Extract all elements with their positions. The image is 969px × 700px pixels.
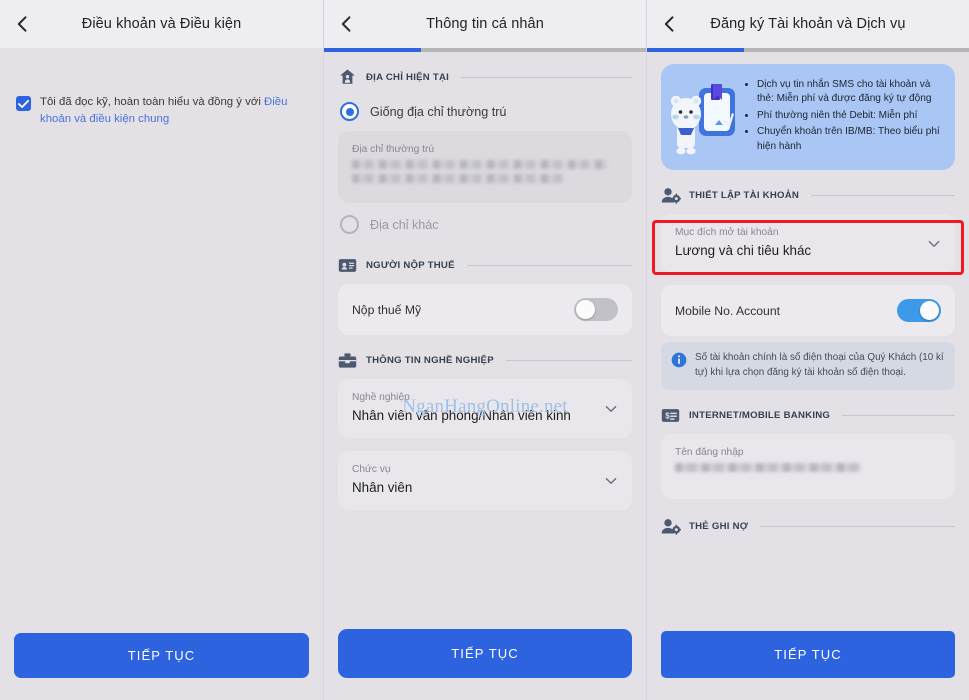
account-purpose-value: Lương và chi tiêu khác — [675, 243, 812, 258]
promo-info-card: Dịch vụ tin nhắn SMS cho tài khoản và th… — [661, 64, 955, 170]
consent-text-plain: Tôi đã đọc kỹ, hoàn toàn hiểu và đồng ý … — [40, 96, 265, 108]
account-purpose-label: Mục đích mở tài khoản — [675, 227, 779, 238]
svg-text:$: $ — [665, 411, 670, 420]
redacted-address-line-2 — [352, 174, 565, 183]
section-debit-card: THẺ GHI NỢ — [661, 517, 955, 535]
account-settings-icon — [661, 186, 681, 204]
section-divider — [811, 194, 955, 196]
panel1-footer: TIẾP TỤC — [0, 623, 323, 700]
chevron-down-icon[interactable] — [603, 472, 619, 493]
continue-button-panel3[interactable]: TIẾP TỤC — [661, 631, 955, 678]
panel3-body: Dịch vụ tin nhắn SMS cho tài khoản và th… — [647, 52, 969, 621]
panel2-header: Thông tin cá nhân — [324, 0, 646, 48]
consent-text: Tôi đã đọc kỹ, hoàn toàn hiểu và đồng ý … — [40, 94, 307, 128]
panel-terms-and-conditions: Điều khoản và Điều kiện Tôi đã đọc kỹ, h… — [0, 0, 323, 700]
chevron-left-icon[interactable] — [334, 11, 360, 37]
promo-bullet: Dịch vụ tin nhắn SMS cho tài khoản và th… — [757, 78, 943, 107]
promo-bullet-list: Dịch vụ tin nhắn SMS cho tài khoản và th… — [743, 78, 943, 156]
username-card: Tên đăng nhập — [661, 434, 955, 499]
panel-personal-information: Thông tin cá nhân ĐỊA CHỈ HIỆN TẠI Giống… — [323, 0, 646, 700]
info-icon — [671, 352, 687, 380]
mobile-no-account-toggle[interactable] — [897, 299, 941, 322]
section-label: THÔNG TIN NGHỀ NGHIỆP — [366, 354, 494, 366]
toggle-knob — [576, 300, 595, 319]
section-divider — [505, 359, 632, 361]
position-label: Chức vụ — [352, 464, 391, 475]
permanent-address-card: Địa chỉ thường trú — [338, 131, 632, 203]
chevron-left-icon[interactable] — [657, 11, 683, 37]
us-tax-toggle[interactable] — [574, 298, 618, 321]
radio-label: Giống địa chỉ thường trú — [370, 104, 507, 119]
section-divider — [466, 264, 632, 266]
promo-bullet: Chuyển khoản trên IB/MB: Theo biểu phí h… — [757, 125, 943, 154]
mobile-no-account-label: Mobile No. Account — [675, 303, 781, 318]
section-occupation: THÔNG TIN NGHỀ NGHIỆP — [338, 351, 632, 369]
bear-mascot-icon — [667, 74, 739, 160]
mobile-account-info-note: Số tài khoản chính là số điện thoại của … — [661, 342, 955, 390]
section-label: ĐỊA CHỈ HIỆN TẠI — [366, 71, 450, 83]
section-taxpayer: NGƯỜI NỘP THUẾ — [338, 256, 632, 274]
three-panel-screenshot: Điều khoản và Điều kiện Tôi đã đọc kỹ, h… — [0, 0, 969, 700]
panel3-header: Đăng ký Tài khoản và Dịch vụ — [647, 0, 969, 48]
id-card-icon — [338, 256, 358, 274]
section-label: THIẾT LẬP TÀI KHOẢN — [689, 189, 800, 201]
panel3-title: Đăng ký Tài khoản và Dịch vụ — [710, 16, 906, 32]
section-label: THẺ GHI NỢ — [689, 520, 749, 532]
section-divider — [842, 414, 955, 416]
panel2-title: Thông tin cá nhân — [426, 16, 544, 32]
banking-card-icon: $ — [661, 406, 681, 424]
chevron-down-icon[interactable] — [926, 235, 942, 256]
section-divider — [461, 76, 632, 78]
radio-other-address[interactable]: Địa chỉ khác — [338, 209, 632, 240]
occupation-value: Nhân viên văn phòng/Nhân viên kinh — [352, 408, 571, 423]
redacted-address-line-1 — [352, 160, 608, 169]
section-internet-mobile-banking: $ INTERNET/MOBILE BANKING — [661, 406, 955, 424]
account-settings-icon — [661, 517, 681, 535]
us-tax-label: Nộp thuế Mỹ — [352, 302, 422, 317]
info-note-text: Số tài khoản chính là số điện thoại của … — [695, 352, 944, 378]
panel2-footer: TIẾP TỤC — [324, 619, 646, 700]
position-value: Nhân viên — [352, 480, 413, 495]
account-purpose-card[interactable]: Mục đích mở tài khoản Lương và chi tiêu … — [661, 214, 955, 273]
section-label: NGƯỜI NỘP THUẾ — [366, 259, 455, 271]
panel2-body: ĐỊA CHỈ HIỆN TẠI Giống địa chỉ thường tr… — [324, 52, 646, 619]
consent-row[interactable]: Tôi đã đọc kỹ, hoàn toàn hiểu và đồng ý … — [14, 94, 309, 128]
username-label: Tên đăng nhập — [675, 447, 744, 458]
briefcase-icon — [338, 351, 358, 369]
panel1-header: Điều khoản và Điều kiện — [0, 0, 323, 48]
chevron-down-icon[interactable] — [603, 400, 619, 421]
panel1-body: Tôi đã đọc kỹ, hoàn toàn hiểu và đồng ý … — [0, 52, 323, 623]
panel1-title: Điều khoản và Điều kiện — [81, 16, 242, 32]
occupation-card[interactable]: Nghề nghiệp Nhân viên văn phòng/Nhân viê… — [338, 379, 632, 438]
toggle-knob — [920, 301, 939, 320]
continue-button-panel1[interactable]: TIẾP TỤC — [14, 633, 309, 678]
chevron-left-icon[interactable] — [10, 11, 36, 37]
radio-button-unselected[interactable] — [340, 215, 359, 234]
section-divider — [760, 525, 955, 527]
occupation-label: Nghề nghiệp — [352, 392, 410, 403]
mobile-no-account-row[interactable]: Mobile No. Account — [661, 285, 955, 336]
continue-button-panel2[interactable]: TIẾP TỤC — [338, 629, 632, 678]
radio-label: Địa chỉ khác — [370, 217, 439, 232]
terms-checkbox[interactable] — [16, 96, 31, 111]
section-current-address: ĐỊA CHỈ HIỆN TẠI — [338, 68, 632, 86]
promo-bullet: Phí thường niên thẻ Debit: Miễn phí — [757, 109, 943, 123]
radio-same-permanent-address[interactable]: Giống địa chỉ thường trú — [338, 96, 632, 127]
us-tax-row[interactable]: Nộp thuế Mỹ — [338, 284, 632, 335]
panel-account-and-service-registration: Đăng ký Tài khoản và Dịch vụ • Dịch vụ t… — [646, 0, 969, 700]
home-address-icon — [338, 68, 358, 86]
redacted-username — [675, 463, 862, 472]
position-card[interactable]: Chức vụ Nhân viên — [338, 451, 632, 510]
permanent-address-label: Địa chỉ thường trú — [352, 144, 435, 155]
radio-button-selected[interactable] — [340, 102, 359, 121]
section-account-setup: THIẾT LẬP TÀI KHOẢN — [661, 186, 955, 204]
section-label: INTERNET/MOBILE BANKING — [689, 409, 831, 421]
panel3-footer: TIẾP TỤC — [647, 621, 969, 700]
